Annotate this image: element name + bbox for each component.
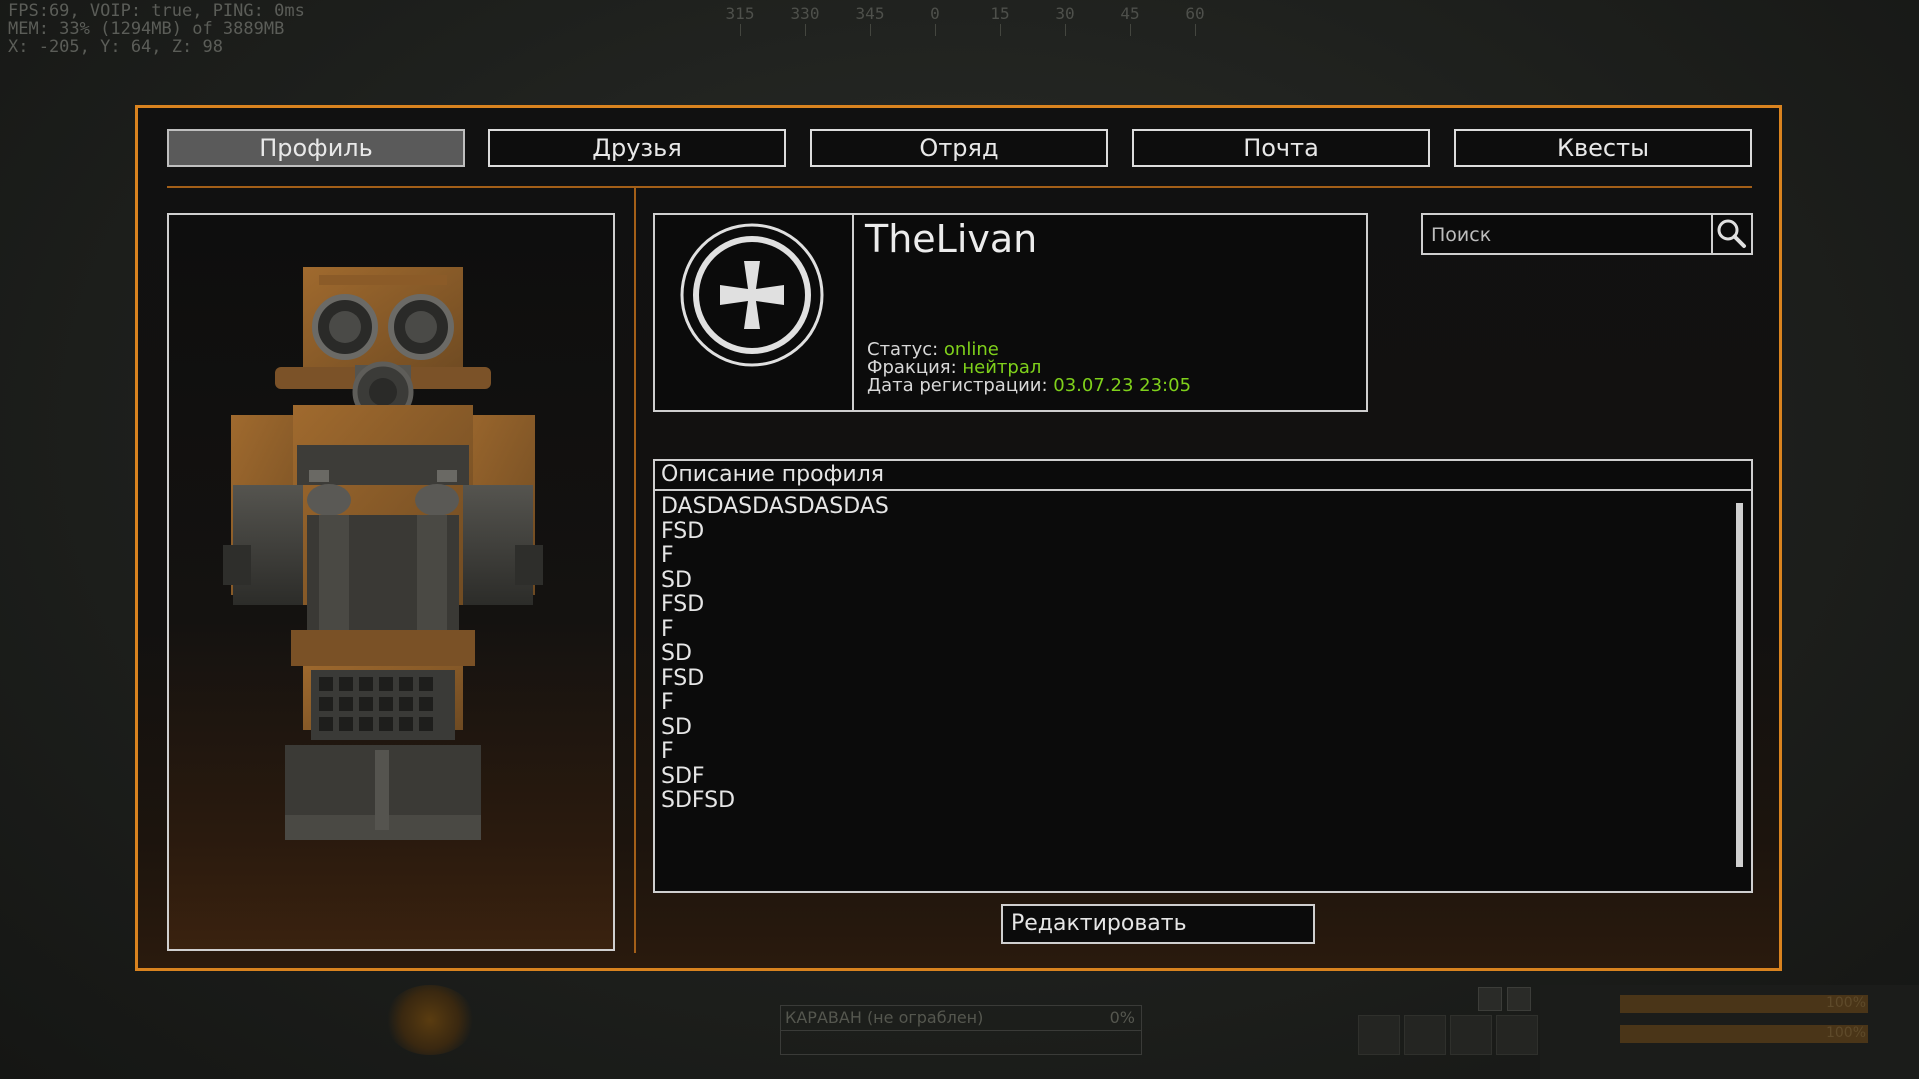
mission-name: КАРАВАН (не ограблен) bbox=[785, 1008, 984, 1027]
description-line: DASDASDASDASDAS bbox=[661, 495, 889, 519]
profile-card: TheLivan Статус: online Фракция: нейтрал… bbox=[653, 213, 1368, 412]
registration-row: Дата регистрации: 03.07.23 23:05 bbox=[867, 375, 1191, 396]
description-line: F bbox=[661, 739, 674, 764]
debug-overlay: FPS:69, VOIP: true, PING: 0ms MEM: 33% (… bbox=[8, 2, 305, 56]
tab-bar: Профиль Друзья Отряд Почта Квесты bbox=[167, 129, 1752, 169]
compass-tick: 315 bbox=[725, 4, 755, 23]
description-scrollbar[interactable] bbox=[1736, 503, 1743, 867]
description-line: SD bbox=[661, 567, 692, 593]
tab-squad[interactable]: Отряд bbox=[810, 129, 1108, 167]
description-title: Описание профиля bbox=[655, 461, 1751, 491]
position-line: X: -205, Y: 64, Z: 98 bbox=[8, 37, 223, 57]
edit-button[interactable]: Редактировать bbox=[1001, 904, 1315, 944]
stats-panel: 100% 100% bbox=[1540, 985, 1919, 1079]
search-box bbox=[1421, 213, 1753, 255]
search-input[interactable] bbox=[1429, 218, 1713, 252]
skull-icon bbox=[1478, 987, 1502, 1011]
iron-cross-icon bbox=[680, 223, 824, 367]
compass-tick: 45 bbox=[1120, 4, 1140, 23]
profile-description: Описание профиля DASDASDASDASDAS FSD F S… bbox=[653, 459, 1753, 893]
health-value: 100% bbox=[1825, 995, 1866, 1011]
mem-line: MEM: 33% (1294MB) of 3889MB bbox=[8, 19, 285, 39]
tab-profile[interactable]: Профиль bbox=[167, 129, 465, 167]
fps-line: FPS:69, VOIP: true, PING: 0ms bbox=[8, 1, 305, 21]
energy-value: 100% bbox=[1825, 1025, 1866, 1041]
description-line: F bbox=[661, 616, 674, 642]
description-line: SD bbox=[661, 714, 692, 740]
header-divider bbox=[167, 186, 1752, 188]
username: TheLivan bbox=[865, 217, 1038, 261]
quick-slot[interactable] bbox=[1450, 1015, 1492, 1055]
search-button[interactable] bbox=[1711, 215, 1751, 253]
description-line: SDFSD bbox=[661, 788, 736, 813]
energy-bar: 100% bbox=[1620, 1025, 1868, 1043]
description-text[interactable]: DASDASDASDASDAS FSD F SD FSD F SD FSD F … bbox=[661, 495, 1731, 887]
tab-quests[interactable]: Квесты bbox=[1454, 129, 1752, 167]
compass-orb bbox=[385, 985, 475, 1055]
description-line: FSD bbox=[661, 665, 705, 691]
quick-slot[interactable] bbox=[1404, 1015, 1446, 1055]
character-preview[interactable] bbox=[167, 213, 615, 951]
description-line: FSD bbox=[661, 518, 705, 544]
description-line: F bbox=[661, 690, 674, 715]
tab-friends[interactable]: Друзья bbox=[488, 129, 786, 167]
compass-tick: 15 bbox=[990, 4, 1010, 23]
mission-progress: 0% bbox=[1109, 1008, 1135, 1027]
compass-tick: 60 bbox=[1185, 4, 1205, 23]
mission-tracker: КАРАВАН (не ограблен) 0% bbox=[780, 1005, 1142, 1055]
tab-mail[interactable]: Почта bbox=[1132, 129, 1430, 167]
health-bar: 100% bbox=[1620, 995, 1868, 1013]
cross-icon bbox=[1507, 987, 1531, 1011]
quick-slot[interactable] bbox=[1358, 1015, 1400, 1055]
description-line: FSD bbox=[661, 592, 705, 617]
compass-tick: 345 bbox=[855, 4, 885, 23]
compass-tick: 0 bbox=[930, 4, 940, 23]
profile-window: Профиль Друзья Отряд Почта Квесты TheLiv… bbox=[135, 105, 1782, 971]
compass-bar: 315 330 345 0 15 30 45 60 bbox=[660, 0, 1220, 40]
column-divider bbox=[634, 188, 636, 953]
description-line: SD bbox=[661, 641, 692, 666]
description-line: F bbox=[661, 543, 674, 568]
avatar[interactable] bbox=[655, 215, 854, 410]
compass-tick: 30 bbox=[1055, 4, 1075, 23]
registration-label: Дата регистрации: bbox=[867, 375, 1054, 396]
character-model bbox=[223, 267, 543, 840]
description-line: SDF bbox=[661, 763, 705, 789]
search-icon bbox=[1717, 219, 1746, 248]
compass-tick: 330 bbox=[790, 4, 820, 23]
registration-value: 03.07.23 23:05 bbox=[1053, 375, 1192, 396]
quick-slot[interactable] bbox=[1496, 1015, 1538, 1055]
